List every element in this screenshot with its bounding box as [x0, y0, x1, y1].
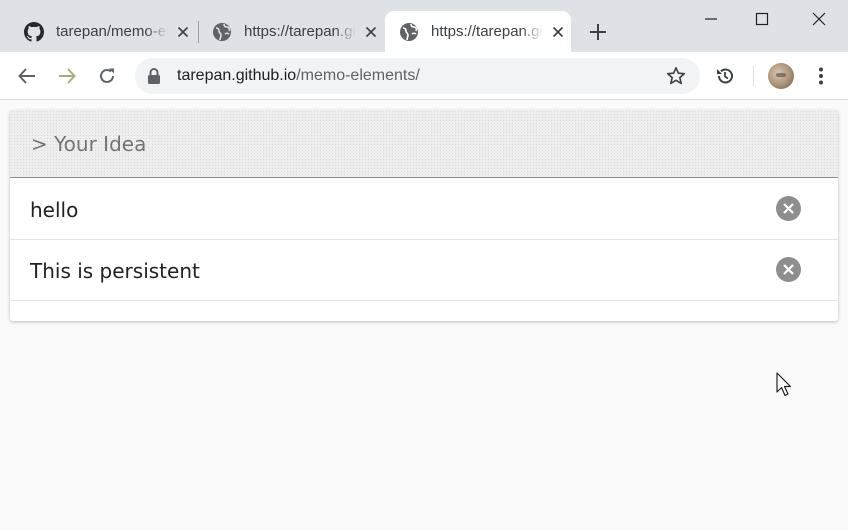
toolbar-divider [753, 66, 754, 86]
memo-text: hello [30, 198, 79, 222]
history-button[interactable] [713, 64, 737, 88]
memo-text: This is persistent [30, 259, 200, 283]
tab-title: https://tarepan.github.io/memo-elements/ [244, 23, 356, 40]
list-item: This is persistent [10, 240, 838, 301]
delete-memo-button[interactable] [776, 196, 801, 221]
url-host: tarepan.github.io [177, 67, 297, 84]
profile-avatar[interactable] [768, 63, 794, 89]
globe-icon [213, 22, 231, 41]
maximize-icon [755, 12, 769, 26]
tab-title: tarepan/memo-elements [56, 23, 168, 40]
tab-globe-1[interactable]: https://tarepan.github.io/memo-elements/ [198, 11, 384, 52]
list-item: hello [10, 179, 838, 240]
reload-icon [100, 68, 114, 83]
arrow-left-icon [18, 68, 35, 84]
close-icon [812, 12, 826, 26]
browser-toolbar: tarepan.github.io/memo-elements/ [0, 52, 848, 100]
github-icon [24, 21, 44, 42]
tab-github[interactable]: tarepan/memo-elements [10, 11, 196, 52]
close-window-button[interactable] [805, 6, 833, 32]
address-bar[interactable]: tarepan.github.io/memo-elements/ [135, 58, 700, 94]
forward-button[interactable] [55, 64, 79, 88]
tab-strip: tarepan/memo-elements https://tarepan.gi… [0, 0, 848, 52]
memo-list: hello This is persistent [10, 179, 838, 301]
tab-globe-active[interactable]: https://tarepan.github.io/memo-elements/ [385, 11, 571, 52]
close-icon [783, 203, 794, 214]
memo-card: hello This is persistent [10, 110, 838, 321]
back-button[interactable] [15, 64, 39, 88]
close-icon [783, 264, 794, 275]
history-icon [717, 68, 733, 84]
minimize-button[interactable] [697, 6, 725, 32]
maximize-button[interactable] [748, 6, 776, 32]
url-path: /memo-elements/ [296, 67, 420, 84]
idea-input[interactable] [10, 110, 838, 178]
arrow-right-icon [59, 68, 76, 84]
close-tab-icon[interactable] [174, 23, 192, 41]
url-text[interactable]: tarepan.github.io/memo-elements/ [177, 67, 420, 85]
delete-memo-button[interactable] [776, 257, 801, 282]
reload-button[interactable] [95, 64, 119, 88]
mouse-pointer-icon [776, 372, 792, 397]
star-icon[interactable] [666, 66, 686, 86]
close-tab-icon[interactable] [549, 23, 567, 41]
minimize-icon [705, 18, 717, 20]
plus-icon [590, 24, 606, 40]
kebab-menu-icon [819, 67, 823, 85]
close-tab-icon[interactable] [362, 23, 380, 41]
new-tab-button[interactable] [586, 20, 610, 44]
menu-button[interactable] [809, 64, 833, 88]
tab-title: https://tarepan.github.io/memo-elements/ [431, 23, 543, 40]
globe-icon [400, 22, 418, 41]
lock-icon [148, 68, 160, 84]
